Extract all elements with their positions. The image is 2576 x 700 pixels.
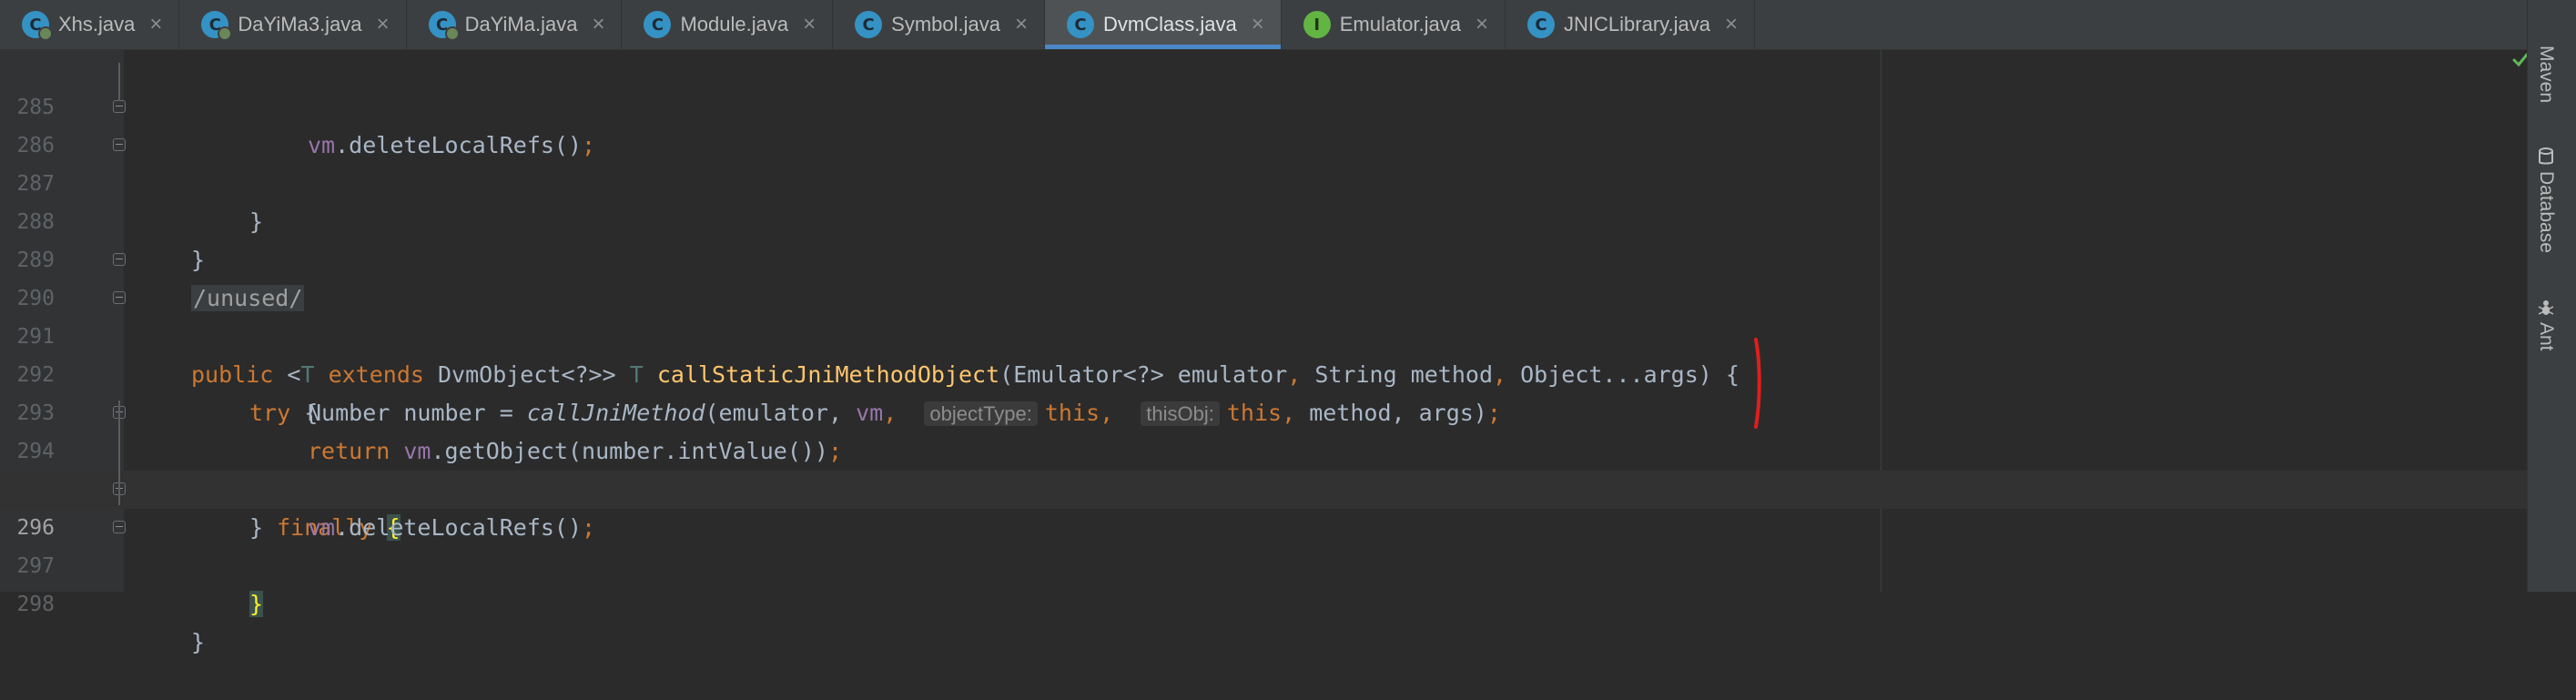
tab-label: DvmClass.java [1103, 13, 1237, 36]
close-icon[interactable]: × [592, 12, 604, 37]
class-icon: C [201, 11, 233, 41]
code-text: } [191, 629, 206, 655]
close-icon[interactable]: × [1476, 12, 1488, 37]
interface-icon-letter: I [1313, 15, 1321, 35]
tab-symbol[interactable]: C Symbol.java × [833, 0, 1045, 49]
tab-dayima3[interactable]: C DaYiMa3.java × [179, 0, 407, 49]
code-editor[interactable]: 285 vm.deleteLocalRefs(); 286 } 287 } 28… [0, 50, 2527, 655]
tab-label: DaYiMa.java [464, 13, 578, 36]
class-icon: C [22, 11, 53, 41]
class-icon-letter: C [651, 15, 664, 35]
database-label: Database [2536, 171, 2557, 253]
class-icon-letter: C [862, 15, 875, 35]
interface-icon: I [1303, 11, 1331, 38]
tab-label: DaYiMa3.java [238, 13, 362, 36]
brace-match: } [249, 591, 264, 617]
class-icon: C [1067, 11, 1094, 38]
close-icon[interactable]: × [1252, 12, 1264, 37]
class-icon: C [855, 11, 883, 38]
tab-label: Symbol.java [891, 13, 1000, 36]
database-icon [2539, 147, 2553, 165]
run-badge-icon [444, 26, 460, 41]
class-icon: C [428, 11, 460, 41]
tab-label: JNICLibrary.java [1564, 13, 1711, 36]
close-icon[interactable]: × [149, 12, 162, 37]
tab-emulator[interactable]: I Emulator.java × [1282, 0, 1506, 49]
ant-tool-tab[interactable]: Ant [2535, 299, 2557, 351]
class-icon-letter: C [1074, 15, 1087, 35]
maven-tool-tab[interactable]: Maven [2535, 46, 2557, 103]
close-icon[interactable]: × [1725, 12, 1738, 37]
tab-jniclibrary[interactable]: C JNICLibrary.java × [1506, 0, 1756, 49]
red-pen-annotation [1754, 338, 1761, 429]
close-icon[interactable]: × [803, 12, 816, 37]
tab-xhs[interactable]: C Xhs.java × [0, 0, 180, 49]
right-tool-window-bar: Maven Database Ant [2527, 0, 2576, 592]
tab-label: Xhs.java [58, 13, 136, 36]
maven-label: Maven [2536, 46, 2557, 104]
tab-label: Module.java [680, 13, 789, 36]
class-icon: C [1527, 11, 1556, 38]
tab-module[interactable]: C Module.java × [622, 0, 834, 49]
ant-label: Ant [2536, 322, 2557, 351]
database-tool-tab[interactable]: Database [2535, 147, 2557, 253]
editor-tab-bar: C Xhs.java × C DaYiMa3.java × C DaYiMa.j… [0, 0, 2527, 50]
tab-dayima[interactable]: C DaYiMa.java × [407, 0, 623, 49]
tab-label: Emulator.java [1339, 13, 1462, 36]
close-icon[interactable]: × [1015, 12, 1028, 37]
tab-dvmclass[interactable]: C DvmClass.java × [1045, 0, 1282, 49]
editor-overlay [118, 63, 1761, 505]
run-badge-icon [218, 26, 233, 41]
class-icon: C [644, 11, 672, 38]
run-badge-icon [38, 26, 53, 41]
class-icon-letter: C [1535, 15, 1547, 35]
close-icon[interactable]: × [377, 12, 390, 37]
ant-icon [2538, 300, 2554, 315]
